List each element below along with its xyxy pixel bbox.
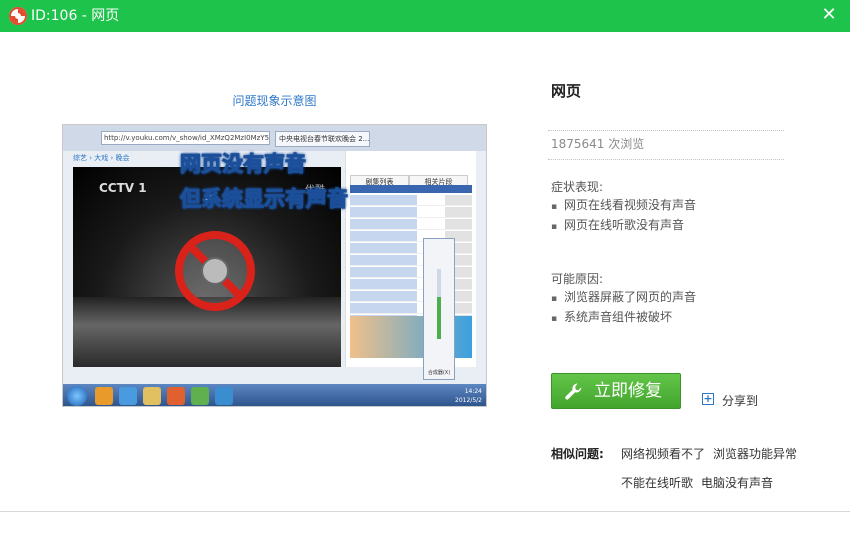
illustration-caption: 问题现象示意图 xyxy=(232,94,317,108)
taskbar-app-icon xyxy=(215,387,233,405)
taskbar-app-icon xyxy=(119,387,137,405)
causes-list: 浏览器屏蔽了网页的声音 系统声音组件被破坏 xyxy=(551,287,696,327)
illustration-taskbar: 14:24 2012/5/2 xyxy=(63,384,486,406)
app-logo-icon xyxy=(9,7,27,25)
similar-question-link[interactable]: 网络视频看不了 xyxy=(621,445,705,462)
similar-question-link[interactable]: 浏览器功能异常 xyxy=(713,445,797,462)
causes-label: 可能原因: xyxy=(551,272,604,286)
window-title: ID:106 - 网页 xyxy=(31,8,120,24)
illustration-headline-line2: 但系统显示有声音 xyxy=(180,187,349,212)
illustration-headline: 网页没有声音 但系统显示有声音 xyxy=(63,125,486,406)
footer-divider xyxy=(0,511,850,512)
divider xyxy=(548,130,784,131)
share-label: 分享到 xyxy=(722,394,759,408)
symptom-item: 网页在线听歌没有声音 xyxy=(551,215,696,235)
problem-illustration: http://v.youku.com/v_show/id_XMzQ2MzI0Mz… xyxy=(62,124,487,407)
illustration-clock-date: 2012/5/2 xyxy=(455,397,482,404)
cause-item: 系统声音组件被破坏 xyxy=(551,307,696,327)
view-count: 1875641 次浏览 xyxy=(551,137,645,151)
similar-question-link[interactable]: 不能在线听歌 xyxy=(621,474,693,491)
plus-icon: + xyxy=(702,392,714,405)
taskbar-app-icon xyxy=(191,387,209,405)
taskbar-app-icon xyxy=(143,387,161,405)
title-bar: ID:106 - 网页 ✕ xyxy=(0,0,850,32)
symptoms-label: 症状表现: xyxy=(551,180,604,194)
taskbar-app-icon xyxy=(95,387,113,405)
symptom-item: 网页在线看视频没有声音 xyxy=(551,195,696,215)
wrench-icon xyxy=(565,383,582,400)
cause-item: 浏览器屏蔽了网页的声音 xyxy=(551,287,696,307)
illustration-headline-line1: 网页没有声音 xyxy=(180,152,307,177)
similar-questions-label: 相似问题: xyxy=(551,447,604,461)
problem-title: 网页 xyxy=(551,82,582,100)
divider xyxy=(548,159,784,160)
fix-now-button[interactable]: 立即修复 xyxy=(551,373,681,409)
symptoms-list: 网页在线看视频没有声音 网页在线听歌没有声音 xyxy=(551,195,696,235)
taskbar-app-icon xyxy=(167,387,185,405)
fix-now-label: 立即修复 xyxy=(594,381,662,401)
illustration-clock-time: 14:24 xyxy=(464,388,482,395)
illustration-clock: 14:24 2012/5/2 xyxy=(455,387,482,405)
similar-question-link[interactable]: 电脑没有声音 xyxy=(701,474,773,491)
start-orb-icon xyxy=(67,386,87,406)
close-icon[interactable]: ✕ xyxy=(818,4,840,26)
